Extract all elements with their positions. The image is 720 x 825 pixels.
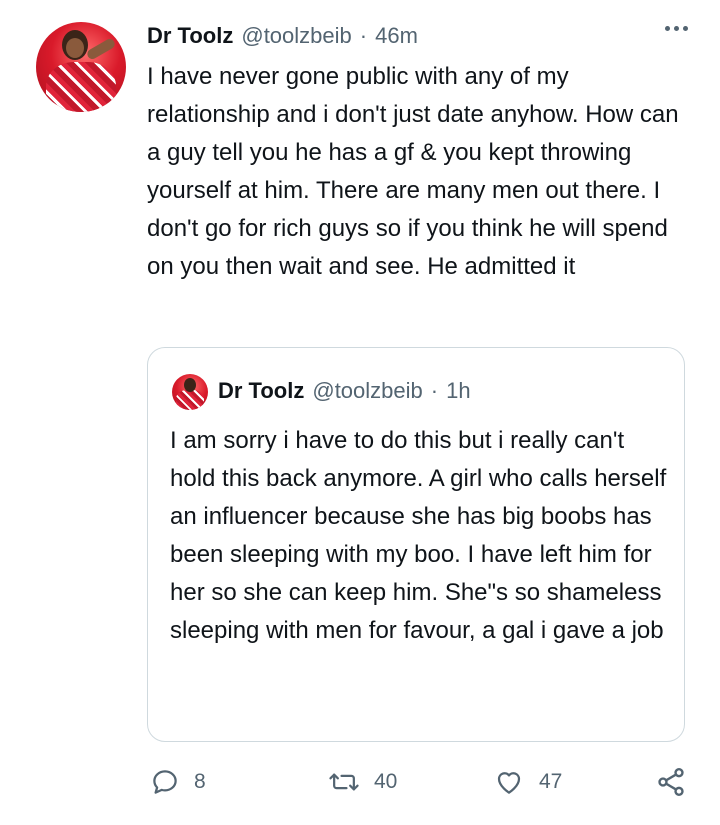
quoted-avatar-dress: [176, 390, 204, 410]
separator-dot: ·: [359, 23, 368, 48]
avatar-arm: [85, 37, 117, 61]
retweet-count: 40: [374, 770, 398, 793]
author-avatar[interactable]: [36, 22, 126, 112]
retweet-button[interactable]: 40: [328, 762, 397, 802]
like-icon: [493, 767, 525, 797]
more-dot: [683, 26, 688, 31]
reply-count: 8: [194, 770, 206, 793]
reply-icon: [150, 767, 180, 797]
more-dot: [665, 26, 670, 31]
tweet-header: Dr Toolz @toolzbeib · 46m: [147, 22, 418, 50]
retweet-icon: [328, 767, 360, 797]
avatar-face: [66, 38, 84, 58]
share-button[interactable]: [655, 762, 687, 802]
quoted-author-avatar: [172, 374, 208, 410]
quoted-separator-dot: ·: [430, 378, 439, 403]
tweet-text: I have never gone public with any of my …: [147, 63, 679, 280]
quoted-author-name: Dr Toolz: [218, 378, 305, 403]
reply-button[interactable]: 8: [150, 762, 206, 802]
quoted-tweet-time: 1h: [446, 378, 471, 403]
tweet-action-bar: 8 40 47: [0, 762, 720, 802]
quoted-tweet-text: I am sorry i have to do this but i reall…: [170, 427, 667, 644]
quoted-tweet-card[interactable]: Dr Toolz @toolzbeib · 1h I am sorry i ha…: [147, 347, 685, 742]
quoted-author-handle: @toolzbeib: [312, 378, 423, 403]
avatar-dress: [46, 62, 116, 112]
quoted-avatar-head: [184, 378, 196, 392]
quoted-tweet-header: Dr Toolz @toolzbeib · 1h: [218, 376, 471, 406]
like-count: 47: [539, 770, 563, 793]
author-handle[interactable]: @toolzbeib: [241, 23, 351, 49]
author-name[interactable]: Dr Toolz: [147, 23, 233, 49]
more-options-icon[interactable]: [665, 26, 688, 31]
more-dot: [674, 26, 679, 31]
like-button[interactable]: 47: [493, 762, 562, 802]
share-icon: [655, 766, 687, 798]
tweet-time[interactable]: 46m: [375, 23, 418, 49]
